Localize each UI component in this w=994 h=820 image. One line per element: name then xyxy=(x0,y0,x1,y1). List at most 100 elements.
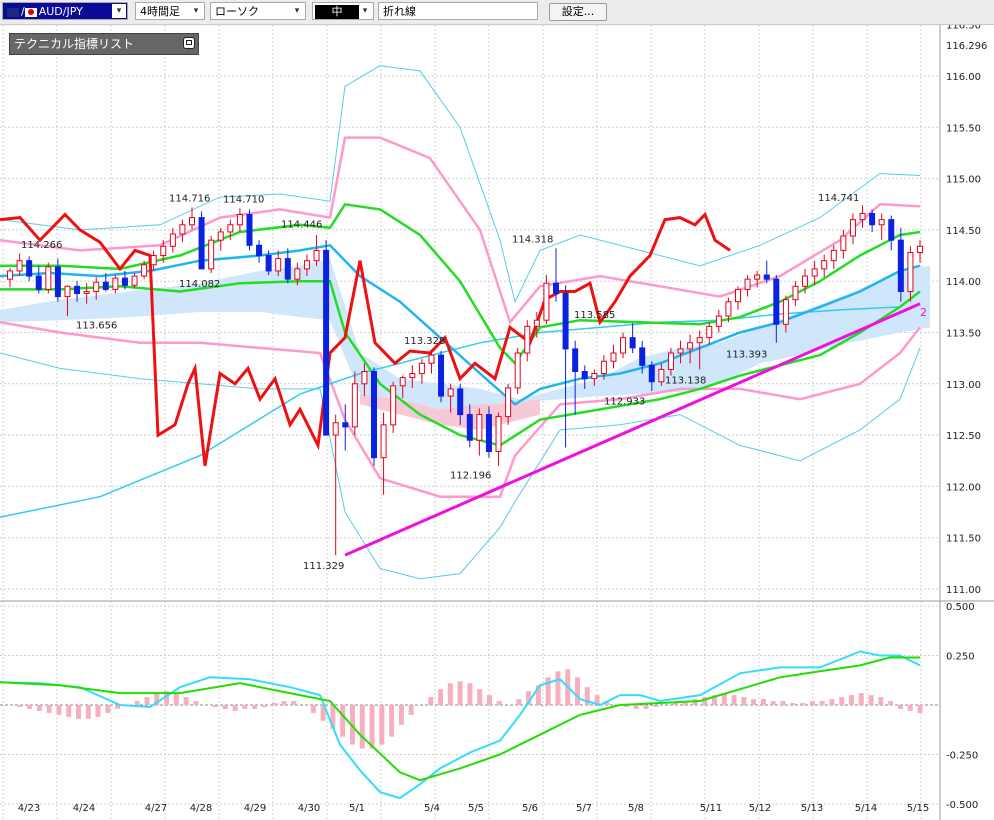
macd-histogram-bar xyxy=(56,705,62,715)
price-tick-label: 115.00 xyxy=(946,175,981,186)
settings-button[interactable]: 設定... xyxy=(549,3,607,21)
candle-body xyxy=(54,266,61,298)
macd-histogram-bar xyxy=(261,705,267,707)
candle-body xyxy=(83,290,90,295)
date-tick-label: 5/1 xyxy=(349,803,365,814)
candle-body xyxy=(811,268,818,277)
candle-body xyxy=(466,414,473,441)
date-tick-label: 4/24 xyxy=(73,803,95,814)
candle-body xyxy=(821,260,828,270)
price-annotation: 113.393 xyxy=(726,349,767,360)
candle-body xyxy=(754,274,761,280)
candle-body xyxy=(102,281,109,290)
candle-body xyxy=(208,239,215,270)
candle-body xyxy=(371,370,377,459)
date-tick-label: 4/27 xyxy=(145,803,167,814)
technical-indicator-panel[interactable]: テクニカル指標リスト xyxy=(9,33,199,55)
macd-histogram-bar xyxy=(134,701,140,705)
chart-type-select[interactable]: ローソク ▾ xyxy=(210,2,306,20)
macd-histogram-bar xyxy=(252,705,258,709)
candle-body xyxy=(380,424,387,459)
macd-histogram-bar xyxy=(800,703,806,705)
date-tick-label: 4/30 xyxy=(298,803,320,814)
line-type-select[interactable]: 折れ線 xyxy=(378,2,538,20)
macd-histogram-bar xyxy=(917,705,923,713)
candle-body xyxy=(735,288,741,303)
candle-body xyxy=(217,231,224,241)
macd-histogram-bar xyxy=(858,693,864,705)
price-tick-label: 112.50 xyxy=(946,431,981,442)
symbol-selector[interactable]: / AUD/JPY ▾ xyxy=(2,2,128,20)
macd-histogram-bar xyxy=(310,705,316,713)
restore-window-icon[interactable] xyxy=(183,37,195,49)
candle-body xyxy=(869,212,876,226)
candle-body xyxy=(849,219,856,237)
candle-body xyxy=(667,352,674,370)
macd-histogram-bar xyxy=(271,703,277,705)
candle-body xyxy=(629,337,636,349)
candle-body xyxy=(294,268,301,280)
date-tick-label: 5/11 xyxy=(700,803,722,814)
date-tick-label: 4/29 xyxy=(244,803,266,814)
date-tick-label: 5/13 xyxy=(801,803,823,814)
candle-body xyxy=(112,277,119,290)
macd-histogram-bar xyxy=(829,699,835,705)
candle-body xyxy=(553,282,559,295)
macd-histogram-bar xyxy=(868,695,874,705)
macd-panel xyxy=(0,650,923,800)
chevron-down-icon: ▾ xyxy=(112,4,126,18)
candle-body xyxy=(917,245,923,253)
chevron-down-icon: ▾ xyxy=(193,6,199,16)
candle-body xyxy=(524,325,531,354)
price-annotation: 111.329 xyxy=(303,561,344,572)
price-tick-label: 114.00 xyxy=(946,277,981,288)
chevron-down-icon: ▾ xyxy=(294,6,300,16)
candle-body xyxy=(505,387,512,418)
candle-body xyxy=(648,364,655,383)
technical-indicator-title: テクニカル指標リスト xyxy=(14,37,135,51)
color-select[interactable]: 中 ▾ xyxy=(312,2,374,20)
candle-body xyxy=(581,370,588,380)
candle-body xyxy=(782,299,789,325)
candle-body xyxy=(169,233,176,247)
candle-body xyxy=(409,373,416,379)
macd-histogram-bar xyxy=(183,697,189,705)
macd-histogram-bar xyxy=(731,695,737,705)
macd-histogram-bar xyxy=(242,705,248,709)
candle-body xyxy=(179,224,186,235)
macd-histogram-bar xyxy=(75,705,81,719)
macd-tick-label: -0.500 xyxy=(946,800,978,811)
price-tick-label: 113.50 xyxy=(946,329,981,340)
candle-body xyxy=(562,293,569,350)
macd-histogram-bar xyxy=(643,705,649,709)
macd-tick-label: 0.250 xyxy=(946,652,975,663)
macd-histogram-bar xyxy=(369,705,375,749)
timeframe-select[interactable]: 4時間足 ▾ xyxy=(135,2,205,20)
candle-body xyxy=(236,214,243,226)
macd-histogram-bar xyxy=(85,705,91,719)
candle-body xyxy=(658,368,665,383)
price-annotation: 114.318 xyxy=(512,235,553,246)
candle-body xyxy=(495,416,502,453)
chart-area[interactable]: 2 114.266 113.656 114.716 114.082 114.710 114… xyxy=(0,25,994,820)
candle-body xyxy=(342,422,349,428)
candle-body xyxy=(610,352,617,362)
macd-histogram-bar xyxy=(633,705,639,709)
bollinger-upper-outer xyxy=(0,65,921,304)
candle-body xyxy=(74,285,81,295)
price-tick-label: 111.00 xyxy=(946,585,981,596)
date-tick-label: 5/7 xyxy=(576,803,592,814)
line-type-label: 折れ線 xyxy=(383,5,416,18)
price-annotation: 114.446 xyxy=(281,219,322,230)
macd-histogram-bar xyxy=(849,695,855,705)
candle-body xyxy=(533,319,540,327)
macd-histogram-bar xyxy=(888,701,894,705)
macd-histogram-bar xyxy=(555,671,561,705)
date-tick-label: 4/28 xyxy=(190,803,212,814)
macd-histogram-bar xyxy=(398,705,404,725)
candle-body xyxy=(45,266,52,290)
price-tick-label: 114.50 xyxy=(946,226,981,237)
candle-body xyxy=(189,217,195,226)
candle-body xyxy=(64,285,71,298)
macd-histogram-bar xyxy=(359,705,365,749)
